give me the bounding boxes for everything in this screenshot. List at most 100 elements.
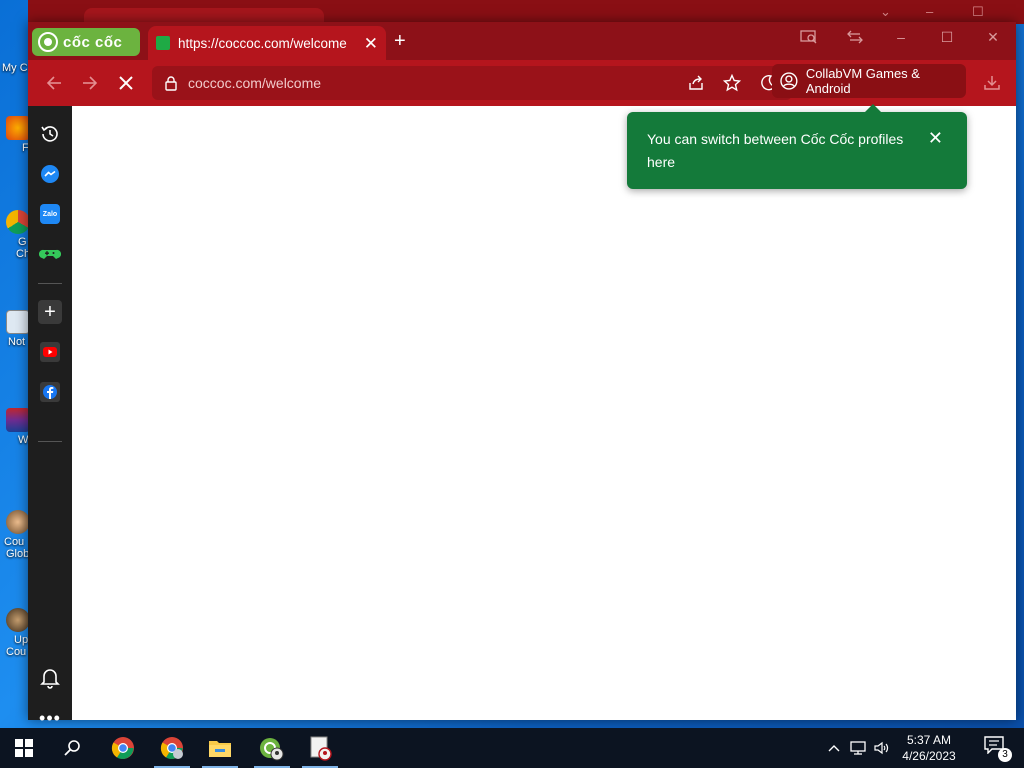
counter-strike-icon: [6, 510, 30, 534]
history-button[interactable]: [34, 118, 66, 150]
sidebar-toggle-icon[interactable]: [832, 22, 878, 52]
speaker-icon: [874, 741, 889, 755]
close-tooltip-icon[interactable]: ✕: [928, 129, 943, 147]
facebook-button[interactable]: [34, 376, 66, 408]
tab-welcome[interactable]: https://coccoc.com/welcome ✕: [148, 26, 386, 60]
desktop-icon-update-counter[interactable]: Up Cou: [2, 608, 30, 658]
zalo-button[interactable]: Zalo: [34, 198, 66, 230]
desktop-icon-winrar[interactable]: W: [2, 408, 30, 446]
volume-button[interactable]: [870, 728, 894, 768]
coccoc-brand-button[interactable]: cốc cốc: [32, 28, 140, 56]
share-button[interactable]: [678, 66, 714, 100]
messenger-button[interactable]: [34, 158, 66, 190]
network-button[interactable]: [846, 728, 870, 768]
chrome-icon: [6, 210, 30, 234]
start-button[interactable]: [0, 728, 48, 768]
zalo-label: Zalo: [42, 210, 58, 218]
notepad-icon: [6, 310, 30, 334]
zalo-icon: Zalo: [40, 204, 60, 224]
youtube-button[interactable]: [34, 336, 66, 368]
network-icon: [850, 741, 866, 755]
notifications-button[interactable]: [34, 662, 66, 694]
back-button[interactable]: [36, 65, 72, 101]
clock-time: 5:37 AM: [906, 733, 952, 747]
download-icon: [984, 76, 1000, 90]
plus-icon: +: [38, 300, 62, 324]
stop-loading-button[interactable]: [108, 65, 144, 101]
windows-logo-icon: [15, 739, 33, 757]
download-button[interactable]: [974, 65, 1010, 101]
desktop-icon-label: Up: [14, 634, 29, 646]
taskbar-file-explorer[interactable]: [196, 728, 244, 768]
more-icon: •••: [39, 708, 61, 728]
background-browser-window[interactable]: ⌄ – ☐: [28, 0, 1024, 26]
stop-icon: [119, 76, 133, 90]
history-icon: [41, 126, 58, 142]
sidebar-divider: [38, 283, 62, 284]
messenger-icon: [41, 165, 59, 183]
profile-name: CollabVM Games & Android: [805, 66, 920, 96]
notification-count-badge: 3: [998, 748, 1012, 762]
bell-icon: [40, 669, 60, 689]
forward-arrow-icon: [83, 76, 98, 90]
search-button[interactable]: [48, 728, 96, 768]
close-tab-icon[interactable]: ✕: [364, 35, 378, 52]
desktop-icon-firefox[interactable]: F: [2, 116, 30, 154]
desktop-icon-label: F: [22, 142, 29, 154]
desktop-icon-label: W: [18, 434, 29, 446]
taskbar-chrome[interactable]: [99, 728, 147, 768]
new-tab-button[interactable]: +: [394, 31, 406, 51]
desktop-icon-label: Not: [8, 336, 26, 348]
clock-date: 4/26/2023: [902, 749, 956, 763]
sidebar-divider: [38, 441, 62, 442]
chevron-up-icon: [828, 745, 840, 752]
action-center-button[interactable]: 3: [984, 736, 1012, 762]
add-shortcut-button[interactable]: +: [34, 296, 66, 328]
address-bar-actions: [678, 66, 786, 100]
forward-button[interactable]: [72, 65, 108, 101]
maximize-icon[interactable]: ☐: [972, 4, 984, 20]
favicon-icon: [156, 36, 170, 50]
lock-icon[interactable]: [162, 74, 180, 92]
tab-search-icon[interactable]: [786, 22, 832, 52]
desktop-icon-label: Cou: [6, 646, 27, 658]
coccoc-profile-icon: [310, 736, 332, 761]
desktop-icon-counter-strike-global[interactable]: Cou Glob: [2, 510, 30, 560]
gamepad-icon: [39, 249, 61, 259]
desktop-icons: My C F G Ch Not W Cou Glob Up Cou: [0, 0, 30, 728]
folder-icon: [209, 741, 231, 757]
show-hidden-icons-button[interactable]: [822, 728, 846, 768]
search-icon: [64, 740, 80, 756]
youtube-icon: [40, 342, 60, 362]
maximize-button[interactable]: ☐: [924, 22, 970, 52]
desktop-icon-my-computer[interactable]: My C: [2, 60, 30, 74]
taskbar-coccoc[interactable]: [248, 728, 296, 768]
page-content[interactable]: [72, 106, 1016, 720]
profile-button[interactable]: CollabVM Games & Android: [772, 64, 966, 98]
desktop-icon-label: My C: [2, 62, 28, 74]
taskbar-chrome-profile[interactable]: [148, 728, 196, 768]
minimize-icon[interactable]: –: [926, 4, 933, 19]
sidebar: Zalo + •••: [28, 106, 72, 727]
facebook-icon: [40, 382, 60, 402]
profile-icon: [780, 72, 798, 90]
brand-name: cốc cốc: [63, 33, 123, 51]
bookmark-button[interactable]: [714, 66, 750, 100]
minimize-button[interactable]: –: [878, 22, 924, 52]
browser-window: cốc cốc https://coccoc.com/welcome ✕ + –…: [28, 22, 1016, 727]
taskbar-coccoc-profile[interactable]: [296, 728, 344, 768]
firefox-icon: [6, 116, 30, 140]
desktop-icon-label: Ch: [16, 248, 31, 260]
window-controls: – ☐ ✕: [786, 22, 1016, 52]
games-button[interactable]: [34, 238, 66, 270]
url-text[interactable]: coccoc.com/welcome: [188, 75, 321, 91]
desktop-icon-google-chrome[interactable]: G Ch: [2, 210, 30, 260]
clock[interactable]: 5:37 AM 4/26/2023: [894, 732, 964, 764]
tooltip-text: You can switch between Cốc Cốc profiles …: [647, 131, 904, 170]
desktop-icon-notepad[interactable]: Not: [2, 310, 30, 348]
close-window-button[interactable]: ✕: [970, 22, 1016, 52]
chevron-down-icon[interactable]: ⌄: [880, 4, 891, 20]
counter-strike-update-icon: [6, 608, 30, 632]
address-bar[interactable]: coccoc.com/welcome: [152, 66, 792, 100]
tab-strip: cốc cốc https://coccoc.com/welcome ✕ + –…: [28, 22, 1016, 60]
